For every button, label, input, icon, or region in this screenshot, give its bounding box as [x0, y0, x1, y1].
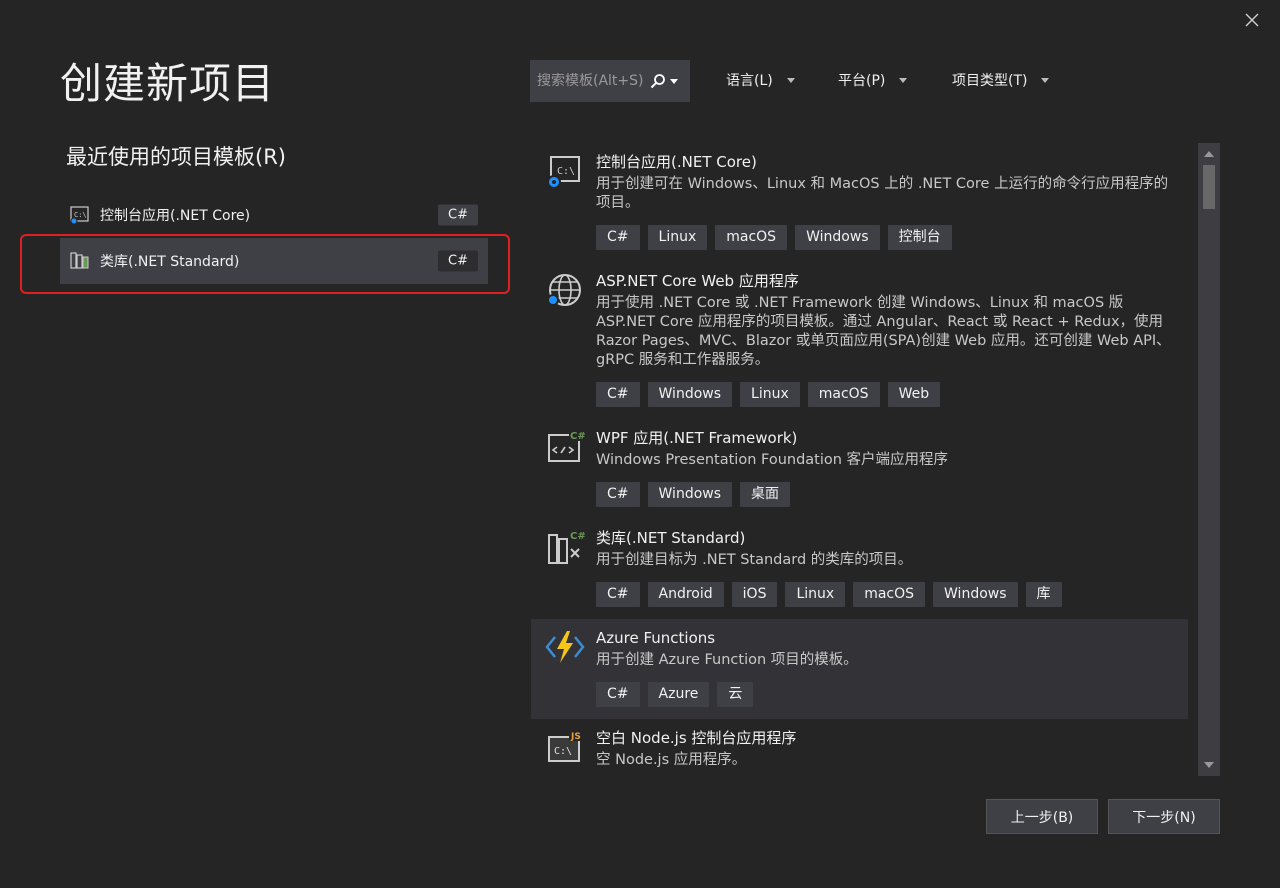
tag: macOS: [853, 582, 926, 607]
template-description: 用于创建目标为 .NET Standard 的类库的项目。: [596, 552, 913, 568]
tag: 库: [1025, 582, 1062, 607]
template-console-app[interactable]: C:\ 控制台应用(.NET Core) 用于创建可在 Windows、Linu…: [531, 143, 1188, 262]
tag: Web: [887, 382, 941, 407]
template-description: Windows Presentation Foundation 客户端应用程序: [596, 452, 949, 468]
template-tags: C# Windows 桌面: [596, 482, 1178, 507]
template-name: 空白 Node.js 控制台应用程序: [596, 729, 797, 747]
template-tags: C# Linux macOS Windows 控制台: [596, 225, 1178, 250]
template-list: C:\ 控制台应用(.NET Core) 用于创建可在 Windows、Linu…: [531, 143, 1188, 776]
nodejs-console-icon: C:\ JS: [548, 729, 585, 762]
project-type-filter[interactable]: 项目类型(T): [952, 70, 1050, 90]
back-button[interactable]: 上一步(B): [986, 799, 1098, 834]
tag: C#: [596, 682, 640, 707]
tag: Linux: [740, 382, 800, 407]
template-description: 用于创建 Azure Function 项目的模板。: [596, 652, 858, 668]
chevron-down-icon: [1041, 77, 1050, 83]
console-app-icon: C:\: [70, 205, 90, 225]
platform-filter-label: 平台(P): [838, 73, 886, 89]
page-title: 创建新项目: [60, 59, 276, 108]
tag: C#: [596, 382, 640, 407]
scroll-down-icon[interactable]: [1198, 756, 1220, 774]
recent-item-label: 类库(.NET Standard): [100, 254, 240, 270]
language-badge: C#: [438, 250, 478, 272]
close-icon: [1245, 13, 1259, 27]
tag: Linux: [647, 225, 708, 250]
class-library-icon: [70, 251, 90, 271]
scroll-up-icon[interactable]: [1198, 145, 1220, 163]
tag: Windows: [647, 482, 733, 507]
console-app-icon: C:\: [547, 156, 580, 189]
tag: Windows: [647, 382, 733, 407]
svg-text:C#: C#: [570, 531, 585, 542]
template-tags: C# Android iOS Linux macOS Windows 库: [596, 582, 1178, 607]
tag: macOS: [807, 382, 880, 407]
tag: C#: [596, 582, 640, 607]
template-description: 空 Node.js 应用程序。: [596, 752, 747, 768]
language-badge: C#: [438, 204, 478, 226]
chevron-down-icon: [786, 77, 795, 83]
template-azure-functions[interactable]: Azure Functions 用于创建 Azure Function 项目的模…: [531, 619, 1188, 719]
wpf-app-icon: C#: [548, 429, 585, 462]
chevron-down-icon: [899, 77, 908, 83]
recent-item-console-app[interactable]: C:\ 控制台应用(.NET Core) C#: [60, 194, 488, 236]
template-search[interactable]: [530, 60, 690, 102]
tag: C#: [596, 225, 640, 250]
template-name: ASP.NET Core Web 应用程序: [596, 272, 799, 290]
chevron-down-icon[interactable]: [667, 78, 681, 84]
language-filter[interactable]: 语言(L): [726, 70, 795, 90]
globe-icon: [547, 274, 581, 306]
recent-item-label: 控制台应用(.NET Core): [100, 208, 251, 224]
tag: iOS: [731, 582, 778, 607]
recent-item-class-library[interactable]: 类库(.NET Standard) C#: [60, 238, 488, 284]
tag: Linux: [785, 582, 846, 607]
svg-text:C:\: C:\: [557, 166, 575, 177]
lightning-icon: [545, 631, 585, 663]
svg-text:JS: JS: [570, 732, 581, 742]
tag: Windows: [933, 582, 1018, 607]
tag: Azure: [647, 682, 710, 707]
template-name: Azure Functions: [596, 629, 716, 647]
tag: 云: [717, 682, 754, 707]
template-description: 用于创建可在 Windows、Linux 和 MacOS 上的 .NET Cor…: [596, 176, 1169, 211]
template-class-library[interactable]: C# 类库(.NET Standard) 用于创建目标为 .NET Standa…: [531, 519, 1188, 619]
recent-templates-heading: 最近使用的项目模板(R): [66, 145, 286, 169]
close-button[interactable]: [1240, 8, 1264, 32]
template-description: 用于使用 .NET Core 或 .NET Framework 创建 Windo…: [596, 295, 1171, 368]
template-nodejs-console[interactable]: C:\ JS 空白 Node.js 控制台应用程序 空 Node.js 应用程序…: [531, 719, 1188, 776]
next-button[interactable]: 下一步(N): [1108, 799, 1220, 834]
tag: C#: [596, 482, 640, 507]
template-name: WPF 应用(.NET Framework): [596, 429, 798, 447]
project-type-filter-label: 项目类型(T): [952, 73, 1028, 89]
platform-filter[interactable]: 平台(P): [838, 70, 908, 90]
tag: Windows: [795, 225, 880, 250]
scrollbar-thumb[interactable]: [1203, 165, 1215, 209]
svg-text:C#: C#: [570, 431, 585, 442]
tag: macOS: [715, 225, 788, 250]
template-tags: C# Windows Linux macOS Web: [596, 382, 1178, 407]
search-input[interactable]: [537, 73, 649, 89]
recent-templates-list: C:\ 控制台应用(.NET Core) C# 类库(.NET Standard…: [60, 194, 488, 286]
svg-text:C:\: C:\: [74, 211, 87, 219]
template-name: 类库(.NET Standard): [596, 529, 746, 547]
template-aspnet-core-web[interactable]: ASP.NET Core Web 应用程序 用于使用 .NET Core 或 .…: [531, 262, 1188, 419]
tag: Android: [647, 582, 724, 607]
language-filter-label: 语言(L): [726, 73, 773, 89]
tag: 控制台: [887, 225, 952, 250]
template-tags: C# Azure 云: [596, 682, 1178, 707]
template-list-scrollbar[interactable]: [1198, 143, 1220, 776]
search-icon[interactable]: [649, 72, 667, 90]
svg-text:C:\: C:\: [554, 746, 572, 757]
class-library-icon: C#: [548, 529, 585, 564]
template-name: 控制台应用(.NET Core): [596, 153, 757, 171]
tag: 桌面: [740, 482, 791, 507]
template-wpf-app[interactable]: C# WPF 应用(.NET Framework) Windows Presen…: [531, 419, 1188, 519]
